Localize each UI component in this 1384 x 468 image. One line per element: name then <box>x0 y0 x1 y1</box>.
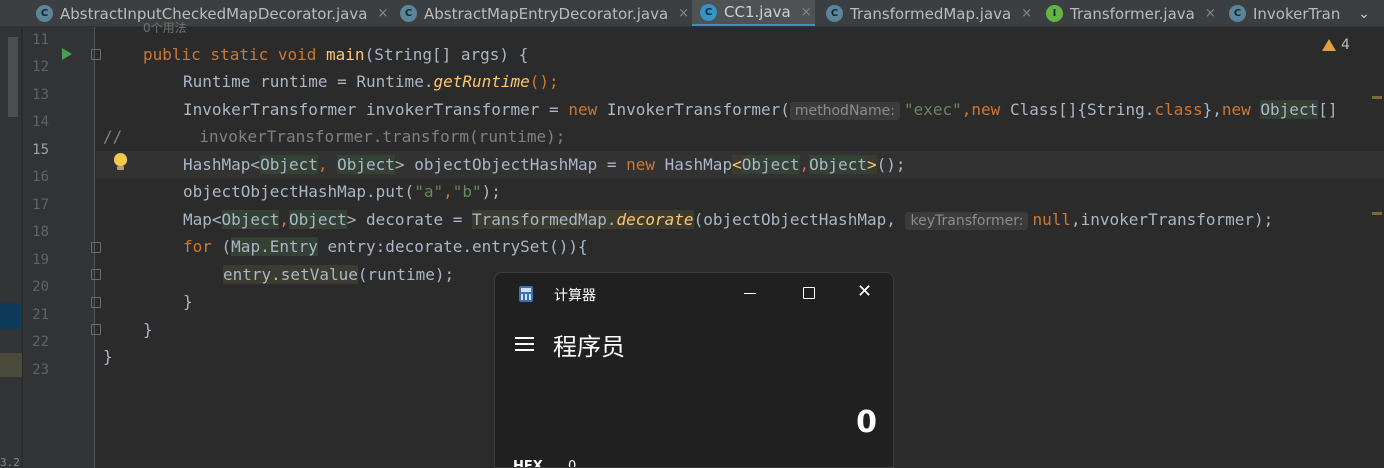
calculator-mode-title: 程序员 <box>553 333 625 361</box>
calculator-display: 0 <box>856 405 877 440</box>
line-number: 18 <box>32 224 49 240</box>
fold-icon[interactable] <box>91 324 101 335</box>
maximize-button[interactable] <box>803 287 815 299</box>
calculator-icon <box>519 286 533 302</box>
class-icon: C <box>700 3 717 21</box>
line-number: 14 <box>32 114 49 130</box>
calculator-window[interactable]: 计算器 ✕ 程序员 0 HEX 0 <box>494 272 894 468</box>
tab-abstract-map-entry-decorator[interactable]: C AbstractMapEntryDecorator.java × <box>392 0 689 26</box>
tab-abstract-input-checked-map-decorator[interactable]: C AbstractInputCheckedMapDecorator.java … <box>28 0 388 26</box>
fold-icon[interactable] <box>91 269 101 280</box>
fold-icon[interactable] <box>91 297 101 308</box>
code-line: Runtime runtime = Runtime.getRuntime(); <box>183 72 559 91</box>
tab-transformer[interactable]: I Transformer.java × <box>1038 0 1216 26</box>
line-number: 23 <box>32 362 49 378</box>
line-number: 21 <box>32 307 49 323</box>
close-icon[interactable]: × <box>1021 6 1032 21</box>
scroll-thumb[interactable] <box>8 37 18 117</box>
code-line: public static void main(String[] args) { <box>143 45 529 64</box>
calculator-title: 计算器 <box>554 288 596 304</box>
code-line: // invokerTransformer.transform(runtime)… <box>103 127 566 146</box>
strip-selection <box>0 303 22 329</box>
code-line: objectObjectHashMap.put("a","b"); <box>183 182 501 201</box>
fold-icon[interactable] <box>91 242 101 253</box>
line-number: 13 <box>32 87 49 103</box>
class-icon: C <box>1229 5 1246 22</box>
close-icon[interactable]: × <box>377 6 388 21</box>
code-line: Map<Object,Object> decorate = Transforme… <box>183 210 1274 230</box>
close-button[interactable]: ✕ <box>857 281 872 303</box>
tab-label: AbstractMapEntryDecorator.java <box>424 4 669 23</box>
line-number: 15 <box>32 142 49 158</box>
param-hint: methodName: <box>789 102 900 120</box>
close-icon[interactable]: × <box>678 6 689 21</box>
line-number: 12 <box>32 59 49 75</box>
tab-label: CC1.java <box>724 3 791 21</box>
close-icon[interactable]: × <box>1205 6 1216 21</box>
code-line: } <box>143 320 153 339</box>
line-number: 20 <box>32 279 49 295</box>
close-icon[interactable]: × <box>801 5 812 20</box>
class-icon: C <box>36 5 53 22</box>
code-line: } <box>183 292 193 311</box>
interface-icon: I <box>1046 5 1063 22</box>
strip-text: 3.2 <box>0 456 20 468</box>
run-icon[interactable] <box>62 48 72 60</box>
line-number-gutter: 11 12 13 14 15 16 17 18 19 20 21 22 23 <box>23 27 101 468</box>
tab-transformed-map[interactable]: C TransformedMap.java × <box>818 0 1032 26</box>
line-number: 19 <box>32 252 49 268</box>
code-line: } <box>103 347 113 366</box>
param-hint: keyTransformer: <box>905 212 1029 230</box>
chevron-down-icon[interactable]: ⌄ <box>1344 0 1384 26</box>
hamburger-menu-icon[interactable] <box>515 337 534 351</box>
line-number: 16 <box>32 169 49 185</box>
minimize-button[interactable] <box>744 283 758 303</box>
calculator-titlebar[interactable]: 计算器 ✕ <box>495 273 893 315</box>
code-line: HashMap<Object, Object> objectObjectHash… <box>183 155 906 174</box>
line-number: 17 <box>32 197 49 213</box>
hex-label[interactable]: HEX <box>513 459 543 467</box>
tab-cc1[interactable]: C CC1.java × <box>692 0 815 26</box>
line-number: 11 <box>32 32 49 48</box>
tab-label: TransformedMap.java <box>850 4 1012 23</box>
code-line: for (Map.Entry entry:decorate.entrySet()… <box>183 237 588 256</box>
left-tool-strip: 3.2 <box>0 27 22 468</box>
class-icon: C <box>826 5 843 22</box>
fold-icon[interactable] <box>91 49 101 60</box>
hex-value: 0 <box>568 459 577 468</box>
tab-label: AbstractInputCheckedMapDecorator.java <box>60 4 368 23</box>
editor-tab-bar: C AbstractInputCheckedMapDecorator.java … <box>0 0 1384 27</box>
strip-highlight <box>0 353 22 377</box>
code-line: entry.setValue(runtime); <box>223 265 455 284</box>
tab-invoker-transformer[interactable]: C InvokerTran <box>1221 0 1341 26</box>
class-icon: C <box>400 5 417 22</box>
line-number: 22 <box>32 334 49 350</box>
code-line: InvokerTransformer invokerTransformer = … <box>183 100 1338 120</box>
tab-label: InvokerTran <box>1253 4 1341 23</box>
tab-label: Transformer.java <box>1070 4 1195 23</box>
